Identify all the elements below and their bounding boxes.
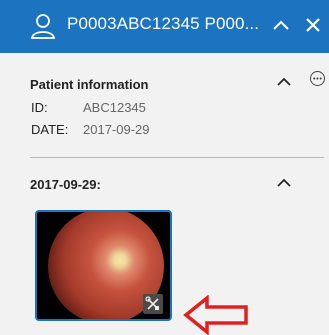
collapse-study-icon[interactable] [277,177,291,187]
header-title: P0003ABC12345 P000... [67,14,260,33]
section-divider [30,157,324,158]
tools-icon [145,296,159,310]
patient-date-row: DATE: 2017-09-29 [31,122,150,137]
patient-info-heading: Patient information [30,77,149,92]
study-date-heading: 2017-09-29: [30,177,101,192]
patient-date-value: 2017-09-29 [83,122,150,137]
patient-id-row: ID: ABC12345 [31,100,146,115]
header-bar: P0003ABC12345 P000... [0,0,329,53]
patient-id-value: ABC12345 [83,100,146,115]
close-icon[interactable] [305,17,321,33]
more-icon [313,77,322,80]
patient-date-label: DATE: [31,122,69,137]
more-options-button[interactable] [310,71,325,86]
chevron-up-icon[interactable] [272,18,290,32]
arrow-left-icon [183,295,248,335]
patient-id-label: ID: [31,100,48,115]
tools-badge[interactable] [143,294,163,314]
user-icon [30,14,56,39]
collapse-patient-info-icon[interactable] [277,76,291,86]
